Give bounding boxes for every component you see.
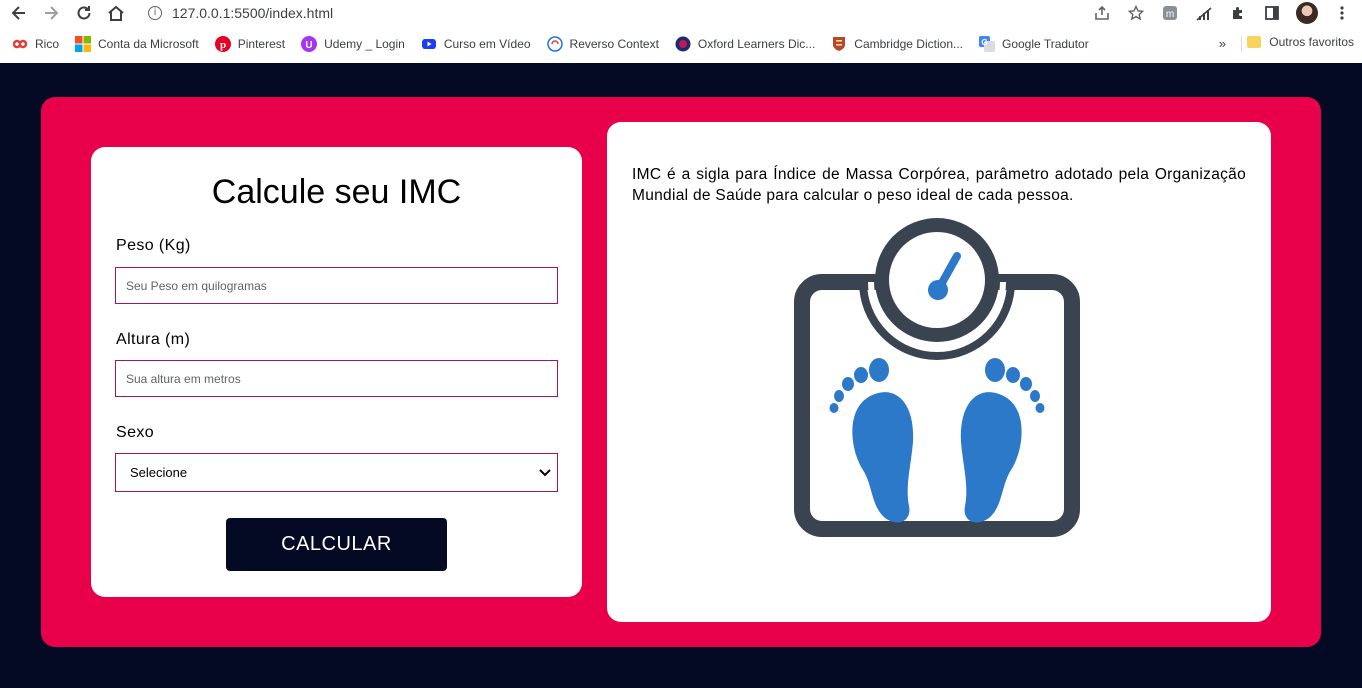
sex-label: Sexo <box>116 424 155 441</box>
svg-text:U: U <box>305 40 312 51</box>
rico-icon <box>12 39 28 49</box>
height-label: Altura (m) <box>116 331 191 348</box>
bookmark-pinterest[interactable]: p Pinterest <box>214 36 286 52</box>
right-foot <box>960 358 1045 523</box>
back-button[interactable] <box>8 2 30 24</box>
puzzle-icon[interactable] <box>1228 3 1248 23</box>
cambridge-icon <box>833 37 846 51</box>
bookmark-google-tradutor[interactable]: G Google Tradutor <box>979 36 1089 52</box>
bookmarks-divider <box>1241 36 1242 52</box>
google-translate-icon: G <box>979 36 995 52</box>
browser-toolbar: i 127.0.0.1:5500/index.html m <box>0 0 1362 26</box>
bookmark-microsoft[interactable]: Conta da Microsoft <box>75 36 199 52</box>
sidepanel-icon[interactable] <box>1262 3 1282 23</box>
bookmark-label: Google Tradutor <box>1002 37 1089 51</box>
pinterest-icon: p <box>214 36 231 52</box>
share-icon[interactable] <box>1092 3 1112 23</box>
height-input[interactable]: Sua altura em metros <box>115 360 558 397</box>
forward-button[interactable] <box>40 2 62 24</box>
weight-input[interactable]: Seu Peso em quilogramas <box>115 267 558 304</box>
bookmarks-bar: Rico Conta da Microsoft p Pinterest U Ud… <box>0 31 1362 57</box>
home-icon <box>108 5 124 21</box>
sex-selected-value: Selecione <box>130 465 188 480</box>
svg-text:G: G <box>981 38 987 47</box>
calculate-button[interactable]: CALCULAR <box>226 518 447 571</box>
weight-label: Peso (Kg) <box>116 237 191 254</box>
microsoft-icon <box>75 36 92 52</box>
bookmark-label: Pinterest <box>237 37 286 51</box>
oxford-icon <box>675 36 691 52</box>
forward-arrow-icon <box>45 6 59 20</box>
page-background: Calcule seu IMC Peso (Kg) Seu Peso em qu… <box>0 63 1362 688</box>
bookmark-label: Reverso Context <box>569 37 659 51</box>
curso-em-video-icon <box>421 39 436 49</box>
reload-button[interactable] <box>73 2 95 24</box>
other-bookmarks-label: Outros favoritos <box>1269 35 1354 49</box>
chevron-down-icon <box>539 468 551 476</box>
svg-text:p: p <box>220 39 226 51</box>
info-text: IMC é a sigla para Índice de Massa Corpó… <box>632 166 1246 204</box>
bookmark-label: Curso em Vídeo <box>443 37 531 51</box>
profile-avatar[interactable] <box>1296 2 1318 24</box>
back-arrow-icon <box>11 6 25 20</box>
reverso-icon <box>546 36 563 52</box>
bookmark-reverso[interactable]: Reverso Context <box>546 36 659 52</box>
bookmark-cambridge[interactable]: Cambridge Diction... <box>831 36 963 52</box>
bookmark-label: Conta da Microsoft <box>98 37 199 51</box>
toolbar-icons: m <box>1092 2 1352 24</box>
bathroom-scale-icon <box>794 218 1080 537</box>
url-text: 127.0.0.1:5500/index.html <box>172 5 334 21</box>
home-button[interactable] <box>105 2 127 24</box>
other-bookmarks[interactable]: Outros favoritos <box>1247 35 1354 49</box>
bookmark-label: Oxford Learners Dic... <box>697 37 816 51</box>
height-placeholder: Sua altura em metros <box>126 371 241 386</box>
sex-select[interactable]: Selecione <box>115 453 558 492</box>
bookmark-label: Cambridge Diction... <box>854 37 963 51</box>
imc-form: Calcule seu IMC Peso (Kg) Seu Peso em qu… <box>91 147 582 597</box>
bookmark-rico[interactable]: Rico <box>10 37 59 51</box>
form-title: Calcule seu IMC <box>211 173 462 211</box>
bookmark-curso-em-video[interactable]: Curso em Vídeo <box>421 36 531 52</box>
address-bar[interactable]: i 127.0.0.1:5500/index.html <box>148 3 333 23</box>
signal-icon[interactable] <box>1194 3 1214 23</box>
star-icon[interactable] <box>1126 3 1146 23</box>
info-icon[interactable]: i <box>148 6 162 20</box>
bookmark-udemy[interactable]: U Udemy _ Login <box>301 36 405 52</box>
bookmark-label: Rico <box>35 37 60 51</box>
info-panel: IMC é a sigla para Índice de Massa Corpó… <box>607 122 1271 622</box>
bookmark-label: Udemy _ Login <box>324 37 405 51</box>
weight-placeholder: Seu Peso em quilogramas <box>126 278 267 293</box>
more-bookmarks-button[interactable]: » <box>1219 36 1226 51</box>
reload-icon <box>77 6 91 20</box>
udemy-icon: U <box>301 36 318 52</box>
menu-icon[interactable] <box>1332 3 1352 23</box>
bookmark-oxford[interactable]: Oxford Learners Dic... <box>675 36 815 52</box>
extension-m-icon[interactable]: m <box>1160 3 1180 23</box>
main-card: Calcule seu IMC Peso (Kg) Seu Peso em qu… <box>41 97 1321 647</box>
svg-text:m: m <box>1166 9 1174 20</box>
left-foot <box>829 358 914 523</box>
folder-icon <box>1247 36 1262 48</box>
